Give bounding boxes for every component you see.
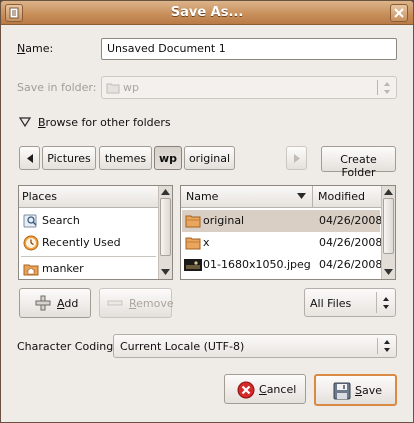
add-bookmark-button[interactable]: Add: [19, 288, 91, 318]
column-header-name-label: Name: [186, 190, 219, 203]
file-modified: 04/26/2008: [319, 258, 383, 271]
scroll-down-icon: [384, 269, 393, 275]
save-button-label: Save: [355, 384, 382, 397]
minus-icon: [107, 300, 123, 306]
arrow-left-icon: [27, 154, 33, 163]
expander-arrow-icon: [19, 117, 31, 127]
combo-arrows-icon: [384, 82, 390, 94]
plus-icon: [35, 295, 51, 311]
close-icon: [394, 8, 404, 18]
file-row-jpeg[interactable]: 01-1680x1050.jpeg 04/26/2008: [182, 254, 383, 276]
folder-icon: [185, 215, 201, 228]
file-modified: 04/26/2008: [319, 236, 383, 249]
combo-separator: [377, 80, 378, 95]
file-name: x: [203, 236, 210, 249]
create-folder-button[interactable]: Create Folder: [321, 146, 396, 179]
save-in-folder-value: wp: [123, 81, 139, 94]
browse-rest: rowse for other folders: [45, 116, 171, 129]
crumb-wp[interactable]: wp: [154, 146, 182, 170]
close-window-button[interactable]: [390, 4, 408, 22]
sort-descending-icon: [297, 193, 306, 199]
files-panel: Name Modified original 04/26/2008 x 04/2…: [180, 185, 396, 280]
combo-arrows-icon: [383, 297, 389, 309]
places-item-manker[interactable]: manker: [20, 258, 157, 280]
floppy-disk-icon: [333, 382, 351, 400]
file-filter-combo[interactable]: All Files: [304, 288, 396, 317]
cancel-mnemonic: C: [259, 383, 267, 396]
remove-rest: emove: [136, 297, 174, 310]
remove-button-label: Remove: [129, 297, 174, 310]
add-rest: dd: [64, 297, 79, 310]
combo-separator: [377, 338, 378, 354]
combo-arrows-icon: [384, 340, 390, 352]
cancel-rest: ancel: [266, 383, 297, 396]
window-title: Save As...: [170, 5, 244, 20]
file-row-original[interactable]: original 04/26/2008: [182, 210, 383, 232]
file-modified: 04/26/2008: [319, 214, 383, 227]
places-panel: Places Search Recently Used manker: [18, 185, 173, 280]
save-button[interactable]: Save: [314, 374, 397, 406]
scroll-up-icon: [384, 189, 393, 195]
save-as-dialog: Save As... Name: Unsaved Document 1 Save…: [0, 0, 414, 423]
image-thumbnail-icon: [184, 259, 202, 271]
folder-icon: [185, 237, 201, 250]
scroll-up-icon: [161, 189, 170, 195]
folder-icon: [106, 83, 120, 94]
places-item-label: Search: [42, 214, 80, 227]
save-rest: ave: [361, 384, 383, 397]
crumb-original[interactable]: original: [184, 146, 235, 170]
home-folder-icon: [23, 264, 39, 276]
cancel-icon: [237, 381, 255, 399]
column-header-name[interactable]: Name: [181, 186, 313, 208]
scroll-down-icon: [161, 269, 170, 275]
file-row-x[interactable]: x 04/26/2008: [182, 232, 383, 254]
crumb-pictures[interactable]: Pictures: [42, 146, 96, 170]
add-button-label: Add: [57, 297, 78, 310]
save-mnemonic: S: [355, 384, 362, 397]
browse-folders-label: Browse for other folders: [38, 116, 171, 129]
file-filter-value: All Files: [310, 297, 352, 310]
cancel-button[interactable]: Cancel: [224, 374, 306, 404]
places-divider: [21, 256, 156, 257]
character-coding-label: Character Coding:: [17, 340, 117, 353]
name-label-mnemonic: N: [17, 42, 26, 55]
browse-folders-expander[interactable]: Browse for other folders: [17, 115, 177, 131]
files-scroll-thumb[interactable]: [383, 198, 394, 254]
arrow-right-icon: [294, 154, 300, 163]
cancel-button-label: Cancel: [259, 383, 296, 396]
save-in-folder-combo[interactable]: wp: [101, 76, 397, 99]
save-in-folder-label: Save in folder:: [17, 81, 97, 94]
name-label: Name:: [17, 42, 53, 55]
places-item-recently-used[interactable]: Recently Used: [20, 232, 157, 254]
file-name: 01-1680x1050.jpeg: [203, 258, 311, 271]
places-item-search[interactable]: Search: [20, 210, 157, 232]
file-name: original: [203, 214, 245, 227]
column-header-modified[interactable]: Modified: [313, 186, 381, 208]
name-input[interactable]: Unsaved Document 1: [101, 38, 397, 60]
search-icon: [23, 214, 37, 228]
title-bar[interactable]: Save As...: [1, 1, 413, 25]
name-label-rest: ame:: [25, 42, 54, 55]
files-scrollbar[interactable]: [381, 186, 395, 279]
remove-bookmark-button[interactable]: Remove: [99, 288, 174, 318]
combo-separator: [376, 292, 377, 313]
crumb-themes[interactable]: themes: [99, 146, 152, 170]
places-scroll-thumb[interactable]: [160, 198, 171, 256]
path-back-button[interactable]: [19, 146, 40, 170]
path-forward-button[interactable]: [286, 146, 307, 170]
places-item-label: manker: [42, 262, 84, 275]
places-item-label: Recently Used: [42, 236, 121, 249]
recent-icon: [23, 235, 39, 251]
character-coding-value: Current Locale (UTF-8): [120, 340, 245, 353]
places-header[interactable]: Places: [19, 186, 158, 208]
places-scrollbar[interactable]: [158, 186, 172, 279]
browse-mnemonic: B: [38, 116, 46, 129]
name-input-value: Unsaved Document 1: [107, 42, 226, 55]
character-coding-combo[interactable]: Current Locale (UTF-8): [113, 334, 397, 358]
